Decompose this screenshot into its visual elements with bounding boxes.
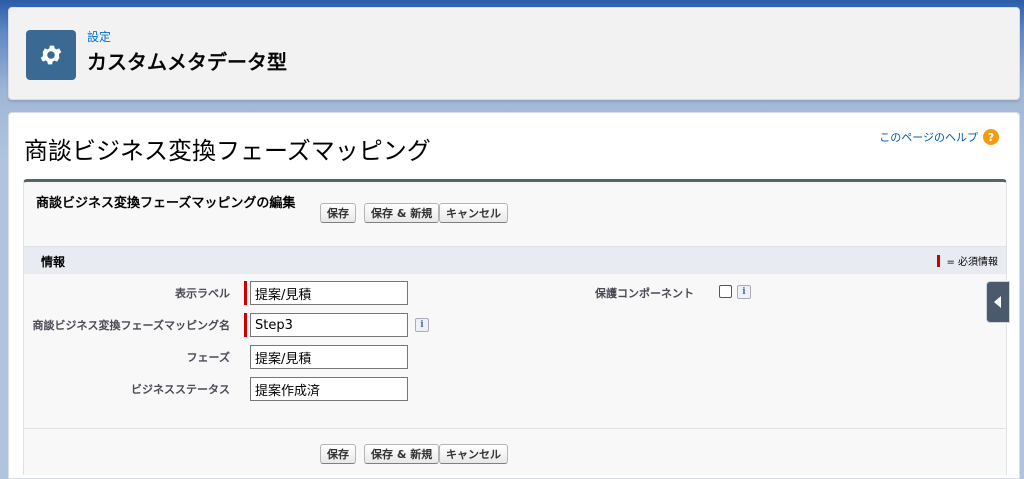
help-link[interactable]: このページのヘルプ ? xyxy=(879,129,999,145)
form-area: 表示ラベル 提案/見積 保護コンポーネント i 商談ビジネス変換フェーズマッピン… xyxy=(24,274,1006,424)
gear-icon xyxy=(26,30,76,80)
label-phase: フェーズ xyxy=(186,351,230,364)
section-header: 情報 = 必須情報 xyxy=(24,246,1006,274)
display-label-input[interactable]: 提案/見積 xyxy=(250,281,408,305)
main-card: 商談ビジネス変換フェーズマッピング このページのヘルプ ? 商談ビジネス変換フェ… xyxy=(8,112,1020,479)
help-icon[interactable]: ? xyxy=(983,129,999,145)
save-button-bottom[interactable]: 保存 xyxy=(320,444,356,464)
required-marker xyxy=(937,254,941,267)
label-business-status: ビジネスステータス xyxy=(131,383,230,396)
breadcrumb[interactable]: 設定 xyxy=(87,28,111,45)
header-title: カスタムメタデータ型 xyxy=(87,50,287,74)
protected-component-checkbox[interactable] xyxy=(719,285,732,298)
chevron-left-icon xyxy=(994,296,1001,308)
edit-block: 商談ビジネス変換フェーズマッピングの編集 保存 保存 & 新規 キャンセル 情報… xyxy=(23,179,1007,475)
label-mapping-name: 商談ビジネス変換フェーズマッピング名 xyxy=(32,319,230,332)
save-new-button-bottom[interactable]: 保存 & 新規 xyxy=(364,444,440,464)
collapse-panel-tab[interactable] xyxy=(986,281,1010,323)
info-icon[interactable]: i xyxy=(415,318,429,332)
edit-title: 商談ビジネス変換フェーズマッピングの編集 xyxy=(36,196,296,211)
save-new-button-top[interactable]: 保存 & 新規 xyxy=(364,203,440,223)
label-protected-component: 保護コンポーネント xyxy=(595,287,694,300)
cancel-button-top[interactable]: キャンセル xyxy=(439,203,508,223)
phase-input[interactable]: 提案/見積 xyxy=(250,345,408,369)
page-title: 商談ビジネス変換フェーズマッピング xyxy=(24,137,431,165)
required-legend-text: = 必須情報 xyxy=(946,257,998,268)
section-title: 情報 xyxy=(41,255,66,269)
label-display-label: 表示ラベル xyxy=(175,287,230,300)
setup-header: 設定 カスタムメタデータ型 xyxy=(8,7,1020,100)
info-icon[interactable]: i xyxy=(737,285,751,299)
bottom-button-bar: 保存 保存 & 新規 キャンセル xyxy=(24,428,1006,475)
cancel-button-bottom[interactable]: キャンセル xyxy=(439,444,508,464)
help-link-label[interactable]: このページのヘルプ xyxy=(879,129,978,145)
mapping-name-input[interactable]: Step3 xyxy=(250,313,408,337)
required-legend: = 必須情報 xyxy=(937,253,998,268)
business-status-input[interactable]: 提案作成済 xyxy=(250,377,408,401)
save-button-top[interactable]: 保存 xyxy=(320,203,356,223)
required-indicator xyxy=(244,281,247,305)
required-indicator xyxy=(244,313,247,337)
